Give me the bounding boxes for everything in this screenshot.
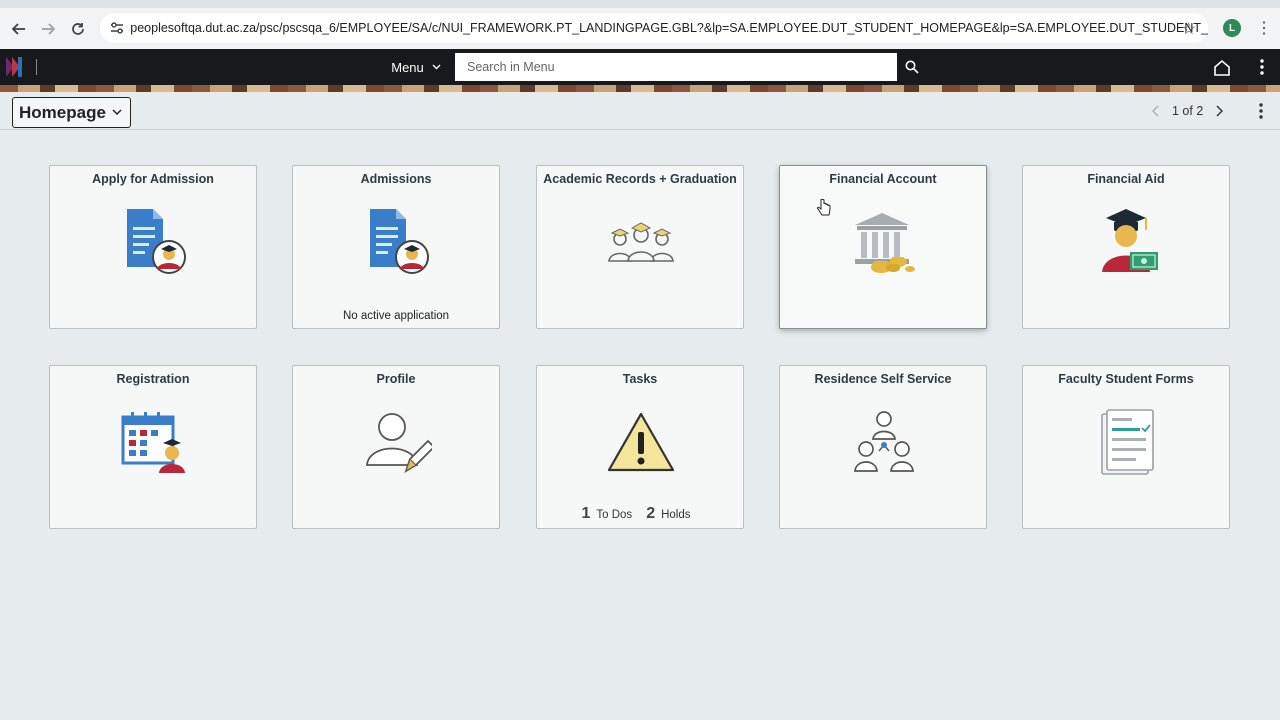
tile-title: Registration — [116, 372, 190, 386]
reload-icon[interactable] — [67, 18, 89, 40]
back-arrow-icon[interactable] — [8, 18, 30, 40]
bank-money-bag-icon — [844, 206, 924, 278]
page-titlebar: Homepage 1 of 2 — [0, 92, 1280, 130]
homepage-selector[interactable]: Homepage — [12, 97, 131, 128]
menu-button[interactable]: Menu — [378, 49, 454, 85]
bookmark-star-icon[interactable]: ☆ — [1182, 19, 1196, 39]
decorative-banner — [0, 85, 1280, 92]
tile-title: Apply for Admission — [92, 172, 214, 186]
tile-registration[interactable]: Registration — [49, 365, 257, 529]
more-vertical-icon[interactable]: ⋮ — [1256, 18, 1272, 38]
browser-toolbar: peoplesoftqa.dut.ac.za/psc/pscsqa_6/EMPL… — [0, 0, 1280, 49]
pager-text: 1 of 2 — [1172, 104, 1204, 118]
home-icon[interactable] — [1210, 55, 1234, 79]
tile-profile[interactable]: Profile — [292, 365, 500, 529]
site-settings-icon[interactable] — [104, 22, 130, 34]
hand-cursor-icon — [817, 198, 831, 217]
tile-footer-text: No active application — [342, 310, 450, 322]
chevron-down-icon — [112, 109, 122, 116]
tile-academic-records-graduation[interactable]: Academic Records + Graduation — [536, 165, 744, 329]
tile-admissions[interactable]: Admissions No active application — [292, 165, 500, 329]
document-student-icon — [114, 206, 194, 278]
chevron-right-icon[interactable] — [1215, 105, 1224, 117]
todos-count: 1 — [581, 505, 591, 522]
tile-title: Financial Account — [829, 172, 937, 186]
tile-title: Financial Aid — [1087, 172, 1165, 186]
tile-title: Admissions — [360, 172, 432, 186]
university-logo-icon[interactable] — [4, 55, 26, 79]
more-vertical-icon[interactable] — [1254, 102, 1268, 120]
tile-title: Faculty Student Forms — [1058, 372, 1194, 386]
tile-faculty-student-forms[interactable]: Faculty Student Forms — [1022, 365, 1230, 529]
menu-label: Menu — [391, 59, 424, 75]
page-pager: 1 of 2 — [1152, 104, 1224, 118]
warning-triangle-icon — [601, 406, 681, 478]
profile-avatar[interactable]: L — [1223, 19, 1241, 37]
search-input[interactable] — [455, 53, 897, 81]
header-divider — [36, 59, 37, 75]
checklist-form-icon — [1087, 406, 1167, 478]
homepage-label: Homepage — [19, 102, 106, 122]
tasks-summary: 1 To Dos 2 Holds — [537, 505, 743, 523]
person-edit-icon — [357, 406, 437, 478]
graduate-cash-icon — [1087, 206, 1167, 278]
tile-tasks[interactable]: Tasks 1 To Dos 2 Holds — [536, 365, 744, 529]
holds-count: 2 — [646, 505, 656, 522]
tile-title: Profile — [376, 372, 416, 386]
more-vertical-icon[interactable] — [1254, 55, 1270, 79]
search-icon[interactable] — [900, 55, 924, 79]
graduates-group-icon — [601, 206, 681, 278]
address-bar[interactable]: peoplesoftqa.dut.ac.za/psc/pscsqa_6/EMPL… — [100, 13, 1208, 43]
holds-label: Holds — [661, 509, 691, 521]
url-text: peoplesoftqa.dut.ac.za/psc/pscsqa_6/EMPL… — [130, 21, 1208, 35]
forward-arrow-icon[interactable] — [37, 18, 59, 40]
chevron-down-icon — [432, 64, 441, 70]
tile-financial-aid[interactable]: Financial Aid — [1022, 165, 1230, 329]
todos-label: To Dos — [596, 509, 633, 521]
tile-title: Tasks — [622, 372, 658, 386]
people-network-icon — [844, 406, 924, 478]
calendar-student-icon — [114, 406, 194, 478]
chevron-left-icon[interactable] — [1152, 105, 1160, 117]
app-header: Menu — [0, 49, 1280, 85]
tile-title: Residence Self Service — [814, 372, 952, 386]
tile-residence-self-service[interactable]: Residence Self Service — [779, 365, 987, 529]
document-student-icon — [357, 206, 437, 278]
tile-title: Academic Records + Graduation — [543, 172, 737, 186]
tile-apply-for-admission[interactable]: Apply for Admission — [49, 165, 257, 329]
tile-financial-account[interactable]: Financial Account — [779, 165, 987, 329]
